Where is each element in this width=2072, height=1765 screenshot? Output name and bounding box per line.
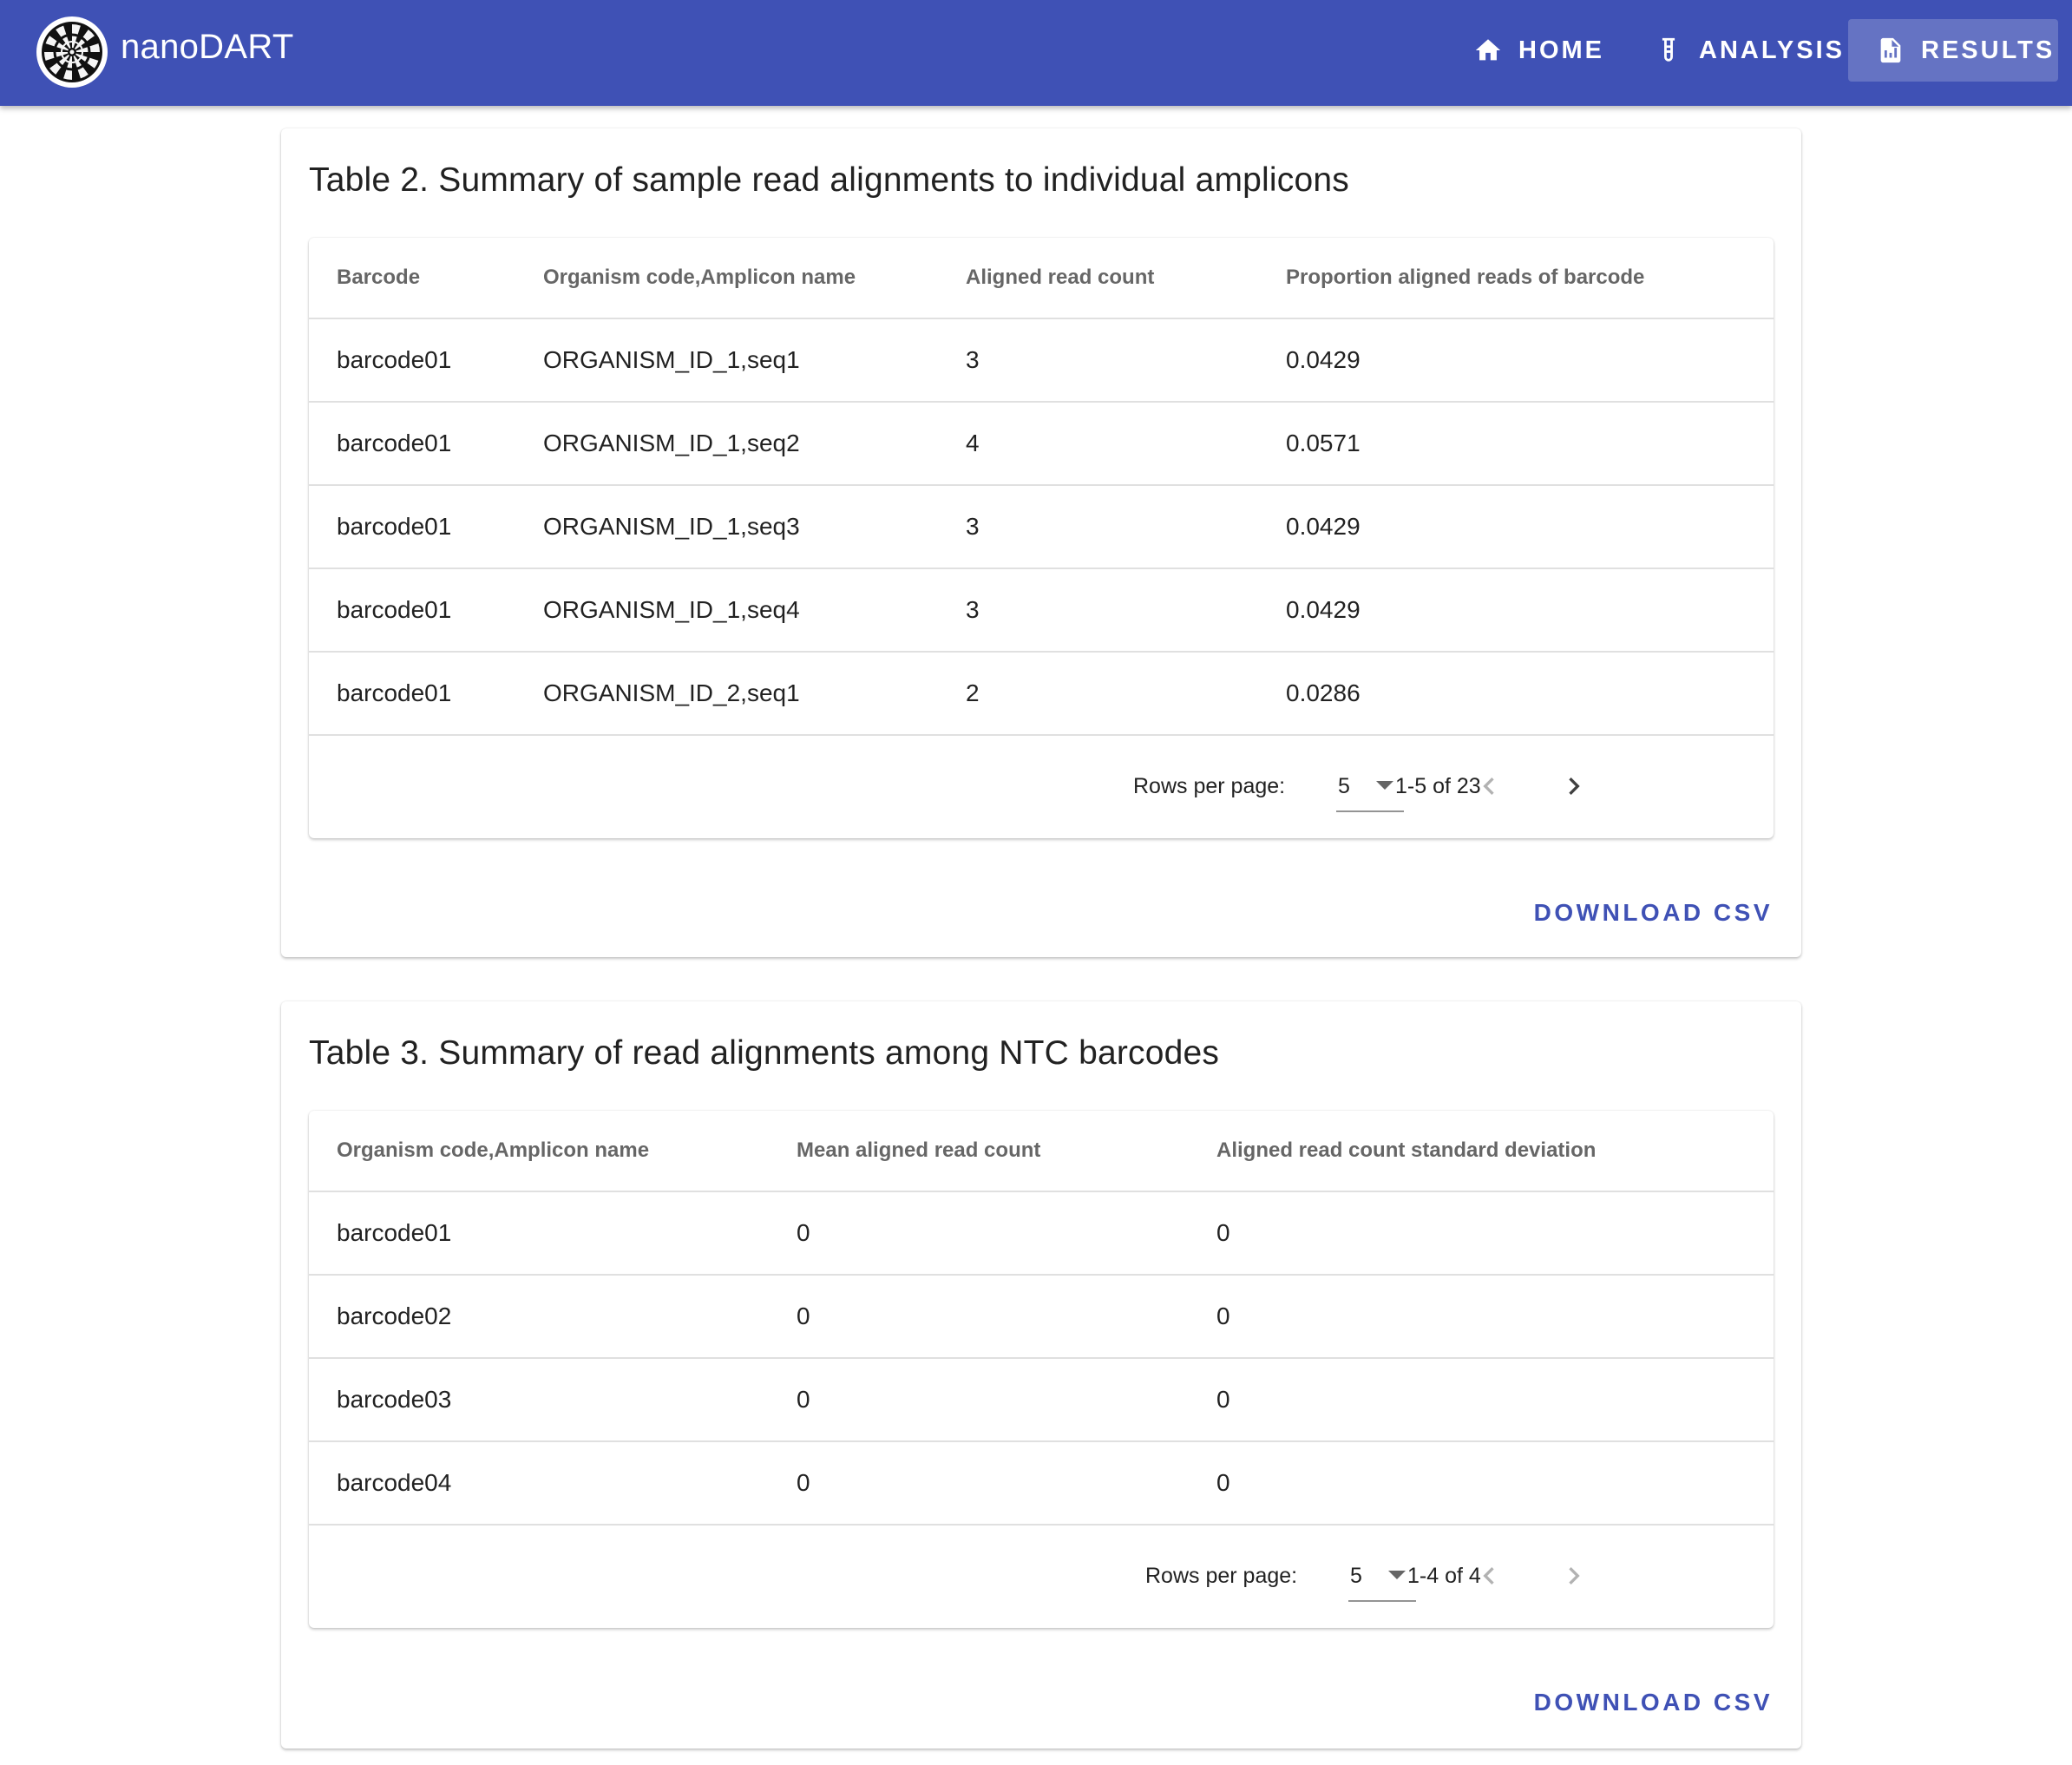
table3-header-row: Organism code,Amplicon name Mean aligned… xyxy=(309,1111,1774,1192)
app-bar: nanoDART HOME ANALYSIS RESULTS xyxy=(0,0,2072,106)
table-cell: 0 xyxy=(797,1219,810,1246)
table-cell: barcode01 xyxy=(337,596,452,623)
nav-results-button[interactable]: RESULTS xyxy=(1848,19,2058,82)
table-cell: 3 xyxy=(966,346,980,373)
table-cell: 3 xyxy=(966,513,980,540)
rows-per-page-select[interactable]: 5 xyxy=(1336,762,1404,812)
table-row: barcode04 0 0 xyxy=(309,1442,1774,1526)
chevron-left-icon xyxy=(1483,1567,1494,1585)
table-cell: 4 xyxy=(966,430,980,456)
rows-per-page-label: Rows per page: xyxy=(1145,1563,1298,1588)
table2-header-proportion[interactable]: Proportion aligned reads of barcode xyxy=(1286,238,1644,318)
table-cell: barcode02 xyxy=(337,1302,452,1329)
rows-per-page-select[interactable]: 5 xyxy=(1348,1552,1416,1602)
table3-pagination: Rows per page: 5 1-4 of 4 xyxy=(309,1526,1774,1626)
table2-pagination: Rows per page: 5 1-5 of 23 xyxy=(309,736,1774,837)
table-cell: 0 xyxy=(1216,1302,1230,1329)
table3-header-organism[interactable]: Organism code,Amplicon name xyxy=(337,1111,649,1191)
table3-title: Table 3. Summary of read alignments amon… xyxy=(309,1034,1220,1072)
rows-per-page-value: 5 xyxy=(1350,1563,1362,1588)
table-cell: ORGANISM_ID_1,seq2 xyxy=(543,430,800,456)
table-cell: 0 xyxy=(797,1386,810,1413)
table-cell: barcode01 xyxy=(337,1219,452,1246)
table-cell: barcode03 xyxy=(337,1386,452,1413)
report-icon xyxy=(1880,37,1901,63)
dropdown-arrow-icon xyxy=(1376,781,1393,790)
table-cell: 0.0429 xyxy=(1286,346,1361,373)
app-title[interactable]: nanoDART xyxy=(121,28,294,67)
test-tube-icon xyxy=(1662,37,1675,62)
table-cell: 0.0571 xyxy=(1286,430,1361,456)
table2-header-row: Barcode Organism code,Amplicon name Alig… xyxy=(309,238,1774,319)
chevron-right-icon xyxy=(1569,1567,1580,1585)
table-cell: ORGANISM_ID_1,seq4 xyxy=(543,596,800,623)
home-icon xyxy=(1475,39,1501,61)
table2-card: Table 2. Summary of sample read alignmen… xyxy=(281,128,1801,957)
table-cell: barcode01 xyxy=(337,346,452,373)
rows-per-page-value: 5 xyxy=(1338,773,1350,798)
table-row: barcode01 ORGANISM_ID_2,seq1 2 0.0286 xyxy=(309,653,1774,736)
nav-analysis-button[interactable]: ANALYSIS xyxy=(1626,19,1842,82)
table3-download-csv-button[interactable]: DOWNLOAD CSV xyxy=(1534,1689,1773,1716)
table-row: barcode01 ORGANISM_ID_1,seq4 3 0.0429 xyxy=(309,569,1774,653)
table2-header-count[interactable]: Aligned read count xyxy=(966,238,1154,318)
table-cell: 0 xyxy=(1216,1219,1230,1246)
chevron-left-icon xyxy=(1483,778,1494,795)
table-cell: ORGANISM_ID_1,seq3 xyxy=(543,513,800,540)
nav-home-button[interactable]: HOME xyxy=(1446,19,1624,82)
table-cell: 2 xyxy=(966,679,980,706)
chevron-right-icon xyxy=(1569,778,1580,795)
table2-download-csv-button[interactable]: DOWNLOAD CSV xyxy=(1534,899,1773,927)
table3-table: Organism code,Amplicon name Mean aligned… xyxy=(309,1111,1774,1628)
table-row: barcode01 ORGANISM_ID_1,seq1 3 0.0429 xyxy=(309,319,1774,403)
table-row: barcode01 ORGANISM_ID_1,seq3 3 0.0429 xyxy=(309,486,1774,569)
nav-analysis-label: ANALYSIS xyxy=(1699,36,1845,64)
table-cell: 0.0286 xyxy=(1286,679,1361,706)
table-cell: 0 xyxy=(1216,1386,1230,1413)
table-cell: 0 xyxy=(797,1302,810,1329)
table-cell: barcode04 xyxy=(337,1469,452,1496)
table2-header-organism[interactable]: Organism code,Amplicon name xyxy=(543,238,856,318)
table-cell: 0 xyxy=(797,1469,810,1496)
table-cell: barcode01 xyxy=(337,513,452,540)
table-cell: 3 xyxy=(966,596,980,623)
table-cell: ORGANISM_ID_1,seq1 xyxy=(543,346,800,373)
table2-header-barcode[interactable]: Barcode xyxy=(337,238,420,318)
table-row: barcode01 0 0 xyxy=(309,1192,1774,1276)
dartboard-logo-icon[interactable] xyxy=(36,16,108,88)
table2-table: Barcode Organism code,Amplicon name Alig… xyxy=(309,238,1774,838)
table-cell: 0.0429 xyxy=(1286,513,1361,540)
table3-card: Table 3. Summary of read alignments amon… xyxy=(281,1001,1801,1749)
table-row: barcode03 0 0 xyxy=(309,1359,1774,1442)
table-row: barcode01 ORGANISM_ID_1,seq2 4 0.0571 xyxy=(309,403,1774,486)
table2-title: Table 2. Summary of sample read alignmen… xyxy=(309,161,1349,199)
nav-results-label: RESULTS xyxy=(1921,36,2056,64)
table-row: barcode02 0 0 xyxy=(309,1276,1774,1359)
dropdown-arrow-icon xyxy=(1388,1571,1406,1579)
table-cell: barcode01 xyxy=(337,430,452,456)
table-cell: 0 xyxy=(1216,1469,1230,1496)
table-cell: ORGANISM_ID_2,seq1 xyxy=(543,679,800,706)
nav-home-label: HOME xyxy=(1518,36,1604,64)
next-page-button[interactable] xyxy=(1553,765,1595,807)
table-cell: 0.0429 xyxy=(1286,596,1361,623)
previous-page-button[interactable] xyxy=(1468,765,1510,807)
next-page-button[interactable] xyxy=(1553,1555,1595,1597)
table3-header-stddev[interactable]: Aligned read count standard deviation xyxy=(1216,1111,1596,1191)
table-cell: barcode01 xyxy=(337,679,452,706)
rows-per-page-label: Rows per page: xyxy=(1133,773,1286,798)
table3-header-mean[interactable]: Mean aligned read count xyxy=(797,1111,1040,1191)
previous-page-button[interactable] xyxy=(1468,1555,1510,1597)
